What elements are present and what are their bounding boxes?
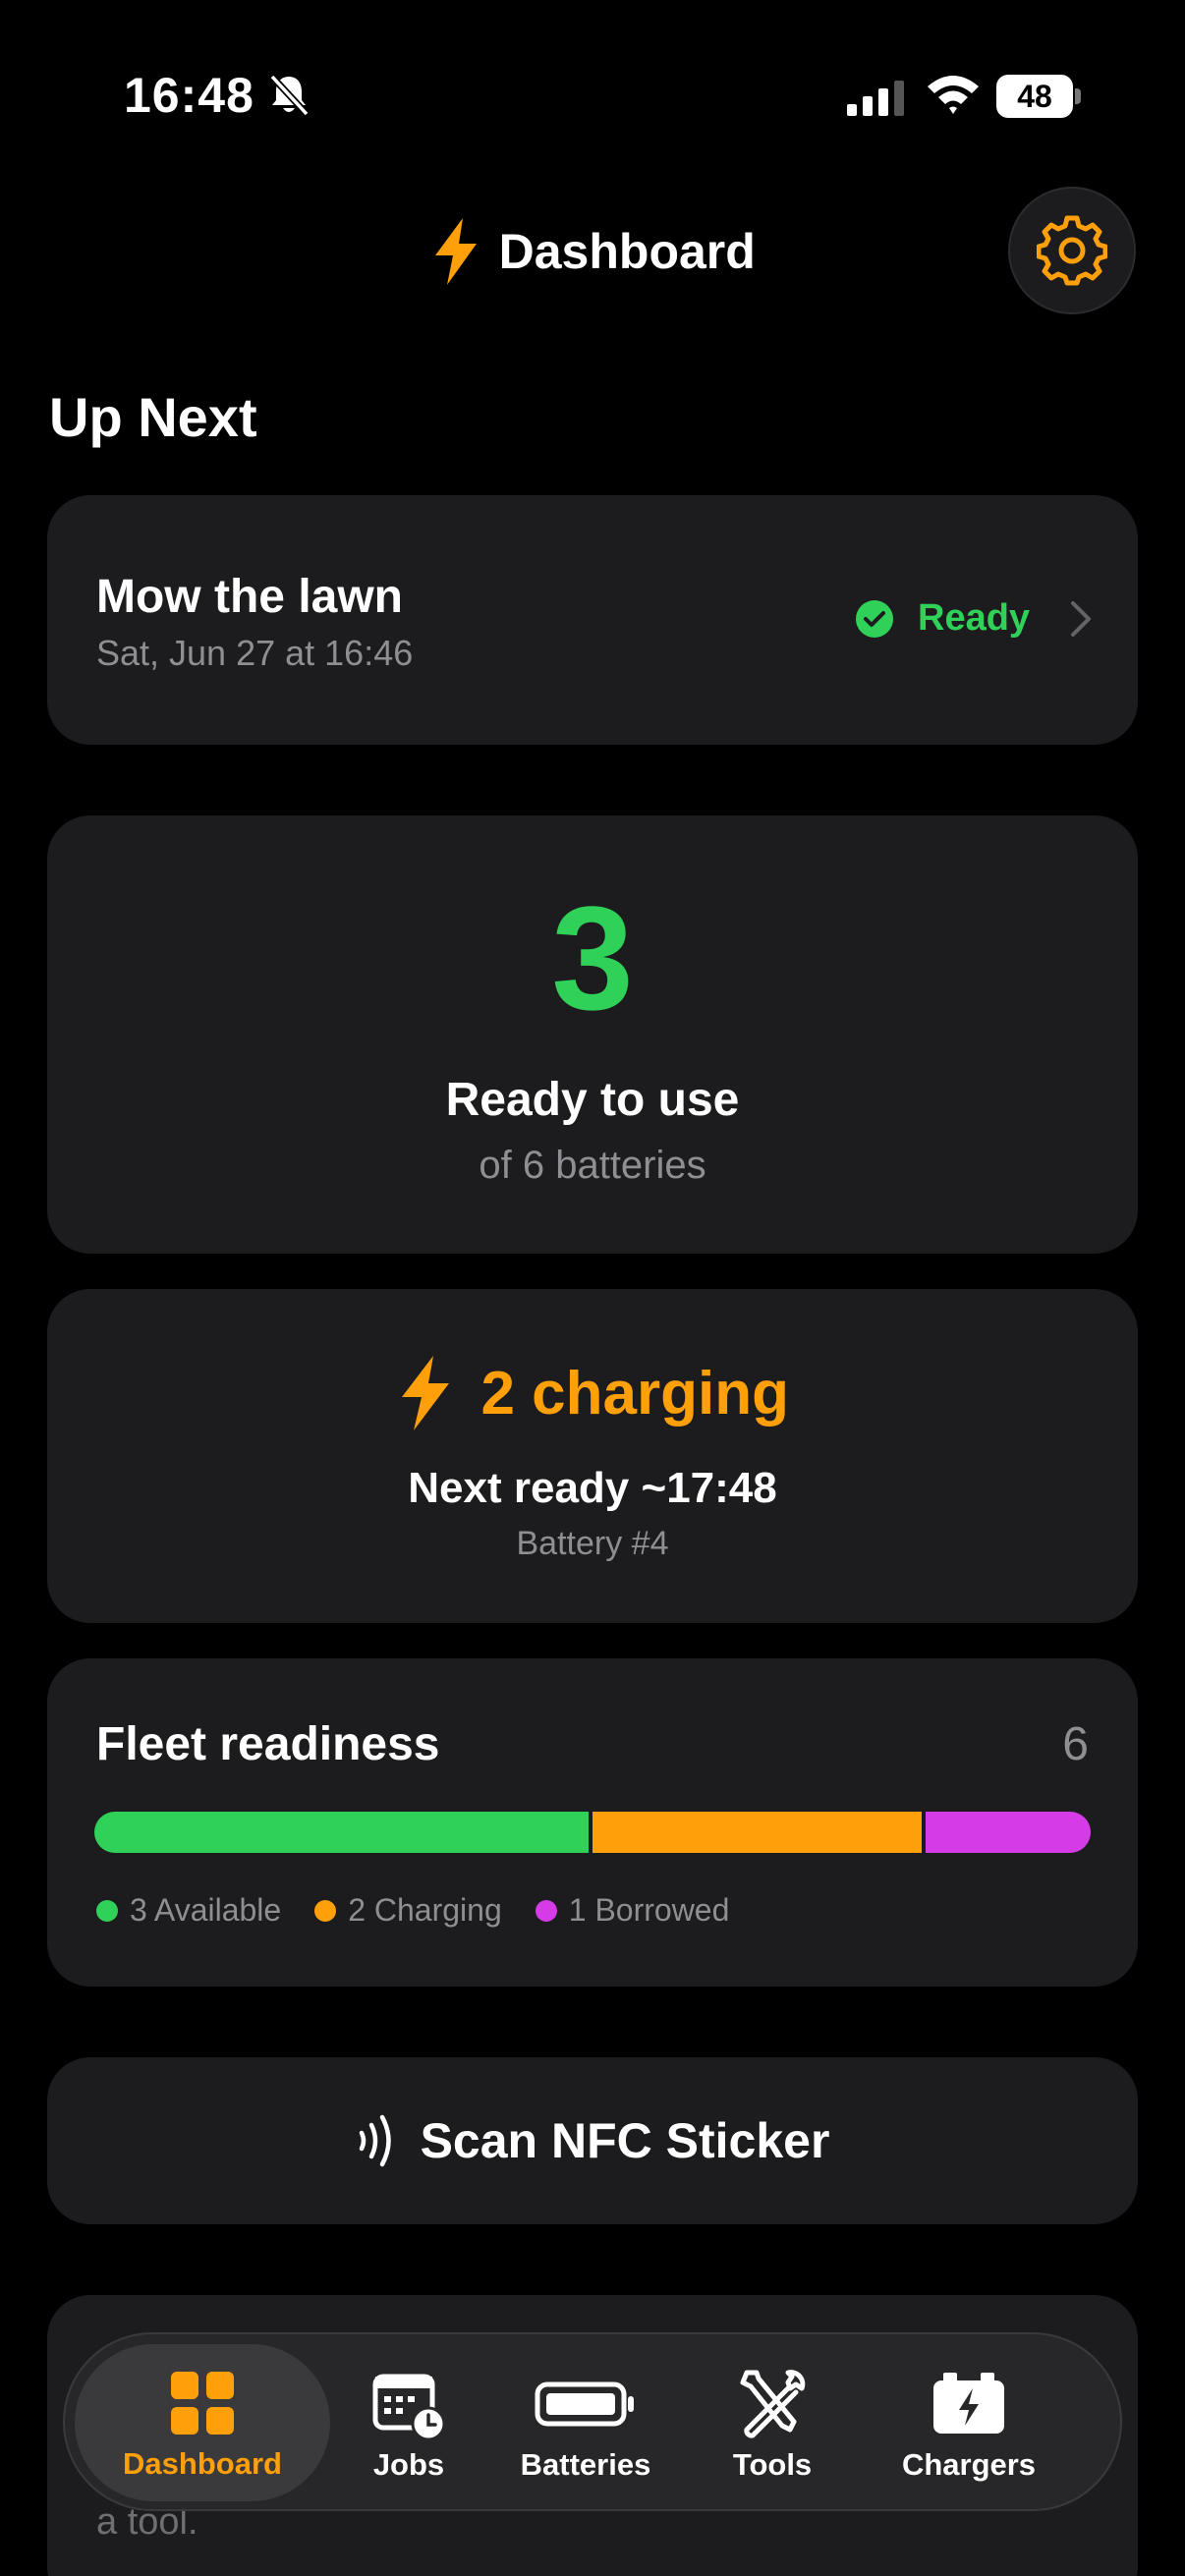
- battery-icon: [535, 2381, 634, 2427]
- page-title: Dashboard: [498, 224, 756, 279]
- status-bar: 16:48 48: [0, 0, 1185, 196]
- calendar-clock-icon: [372, 2374, 446, 2441]
- grid-icon: [171, 2372, 234, 2435]
- legend-item-available: 3 Available: [96, 1892, 281, 1929]
- wifi-icon: [928, 76, 979, 114]
- legend-item-charging: 2 Charging: [314, 1892, 502, 1929]
- cellular-signal-icon: [847, 81, 904, 116]
- charger-icon: [933, 2373, 1004, 2434]
- up-next-job-card[interactable]: Mow the lawn Sat, Jun 27 at 16:46 Ready: [47, 495, 1138, 745]
- fleet-segment-borrowed: [922, 1812, 1091, 1853]
- legend-dot: [314, 1899, 337, 1922]
- tab-chargers[interactable]: Chargers: [861, 2334, 1077, 2513]
- tab-label: Jobs: [372, 2447, 445, 2482]
- checkmark-circle-icon: [856, 600, 893, 638]
- ready-batteries-card[interactable]: 3 Ready to use of 6 batteries: [47, 815, 1138, 1254]
- bolt-icon: [435, 218, 478, 285]
- legend-label: 2 Charging: [348, 1892, 502, 1928]
- tab-tools[interactable]: Tools: [684, 2334, 861, 2513]
- silent-bell-icon: [269, 74, 310, 117]
- battery-status-icon: 48: [996, 75, 1081, 118]
- settings-button[interactable]: [1008, 187, 1136, 314]
- tab-label: Batteries: [520, 2447, 651, 2482]
- next-ready-battery: Battery #4: [516, 1525, 669, 1562]
- gear-icon: [1037, 215, 1107, 286]
- nav-header: Dashboard: [0, 187, 1185, 314]
- fleet-title: Fleet readiness: [96, 1718, 440, 1770]
- fleet-segment-available: [94, 1812, 589, 1853]
- ready-count: 3: [551, 875, 634, 1040]
- tab-label: Chargers: [901, 2447, 1037, 2482]
- tab-jobs[interactable]: Jobs: [330, 2334, 487, 2513]
- fleet-readiness-card: Fleet readiness 6 3 Available 2 Charging 1…: [47, 1658, 1138, 1987]
- legend-item-borrowed: 1 Borrowed: [535, 1892, 730, 1929]
- tools-icon: [740, 2370, 806, 2438]
- job-status-badge: Ready: [918, 597, 1031, 639]
- next-ready-time: Next ready ~17:48: [408, 1464, 777, 1512]
- ready-label: Ready to use: [445, 1074, 740, 1126]
- status-time: 16:48: [124, 68, 254, 123]
- charging-count: 2 charging: [480, 1359, 789, 1428]
- legend-dot: [96, 1899, 118, 1922]
- bolt-icon: [402, 1356, 450, 1430]
- fleet-readiness-bar: [94, 1812, 1091, 1853]
- charging-card[interactable]: 2 charging Next ready ~17:48 Battery #4: [47, 1289, 1138, 1623]
- chevron-right-icon: [1071, 601, 1091, 637]
- scan-nfc-label: Scan NFC Sticker: [420, 2113, 830, 2168]
- battery-level: 48: [996, 75, 1073, 118]
- job-date: Sat, Jun 27 at 16:46: [96, 633, 414, 673]
- fleet-total: 6: [1062, 1718, 1089, 1770]
- fleet-legend: 3 Available 2 Charging 1 Borrowed: [96, 1892, 729, 1929]
- ready-subtitle: of 6 batteries: [479, 1144, 706, 1187]
- tab-bar: Dashboard Jobs Batteries Tools Chargers: [63, 2332, 1122, 2511]
- legend-label: 3 Available: [130, 1892, 282, 1928]
- legend-label: 1 Borrowed: [568, 1892, 730, 1928]
- tab-batteries[interactable]: Batteries: [487, 2334, 684, 2513]
- scan-nfc-button[interactable]: Scan NFC Sticker: [47, 2057, 1138, 2224]
- section-title-up-next: Up Next: [49, 386, 257, 448]
- job-name: Mow the lawn: [96, 571, 403, 623]
- tab-dashboard[interactable]: Dashboard: [75, 2344, 330, 2501]
- tab-label: Dashboard: [123, 2446, 282, 2481]
- tab-label: Tools: [732, 2447, 813, 2482]
- fleet-segment-charging: [589, 1812, 923, 1853]
- nfc-icon: [359, 2114, 391, 2167]
- legend-dot: [535, 1899, 557, 1922]
